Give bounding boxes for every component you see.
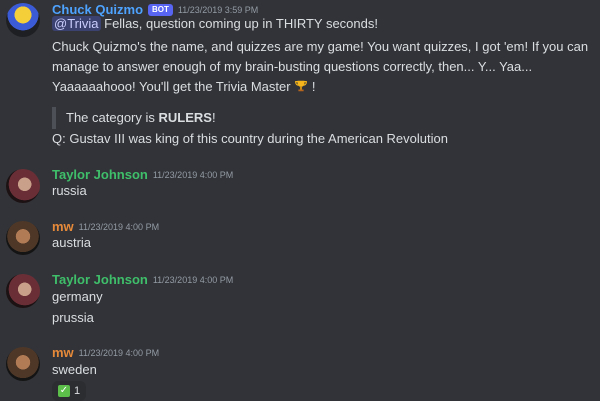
reaction-button[interactable]: ✓ 1 [52, 381, 87, 401]
message-text: prussia [52, 310, 94, 325]
avatar[interactable] [6, 274, 40, 308]
author-name[interactable]: Taylor Johnson [52, 167, 148, 182]
timestamp: 11/23/2019 4:00 PM [78, 221, 160, 232]
timestamp: 11/23/2019 4:00 PM [152, 169, 234, 180]
message-text: germany [52, 289, 103, 304]
trophy-icon [295, 80, 308, 92]
avatar[interactable] [6, 347, 40, 381]
message-chuck: Chuck Quizmo BOT 11/23/2019 3:59 PM @Tri… [0, 0, 600, 160]
check-mark-icon: ✓ [58, 385, 70, 397]
message-text: austria [52, 235, 92, 250]
role-mention[interactable]: @Trivia [52, 16, 101, 31]
message-taylor: Taylor Johnson 11/23/2019 4:00 PM russia [0, 165, 600, 215]
reaction-count: 1 [74, 385, 81, 397]
avatar[interactable] [6, 221, 40, 255]
author-name[interactable]: Taylor Johnson [52, 272, 148, 287]
message-text: sweden [52, 362, 97, 377]
message-text: russia [52, 183, 87, 198]
message-line: @Trivia Fellas, question coming up in TH… [52, 16, 378, 31]
author-name[interactable]: mw [52, 345, 74, 360]
question-text: Q: Gustav III was king of this country d… [52, 131, 448, 146]
avatar[interactable] [6, 3, 40, 37]
message-body: Chuck Quizmo's the name, and quizzes are… [52, 39, 589, 94]
blockquote: The category is RULERS! [52, 107, 216, 129]
message-taylor: Taylor Johnson 11/23/2019 4:00 PM german… [0, 270, 600, 340]
timestamp: 11/23/2019 4:00 PM [78, 347, 160, 358]
message-mw: mw 11/23/2019 4:00 PM sweden ✓ 1 [0, 343, 600, 401]
timestamp: 11/23/2019 4:00 PM [152, 274, 234, 285]
message-mw: mw 11/23/2019 4:00 PM austria [0, 217, 600, 267]
timestamp: 11/23/2019 3:59 PM [177, 4, 259, 15]
author-name[interactable]: mw [52, 219, 74, 234]
avatar[interactable] [6, 169, 40, 203]
